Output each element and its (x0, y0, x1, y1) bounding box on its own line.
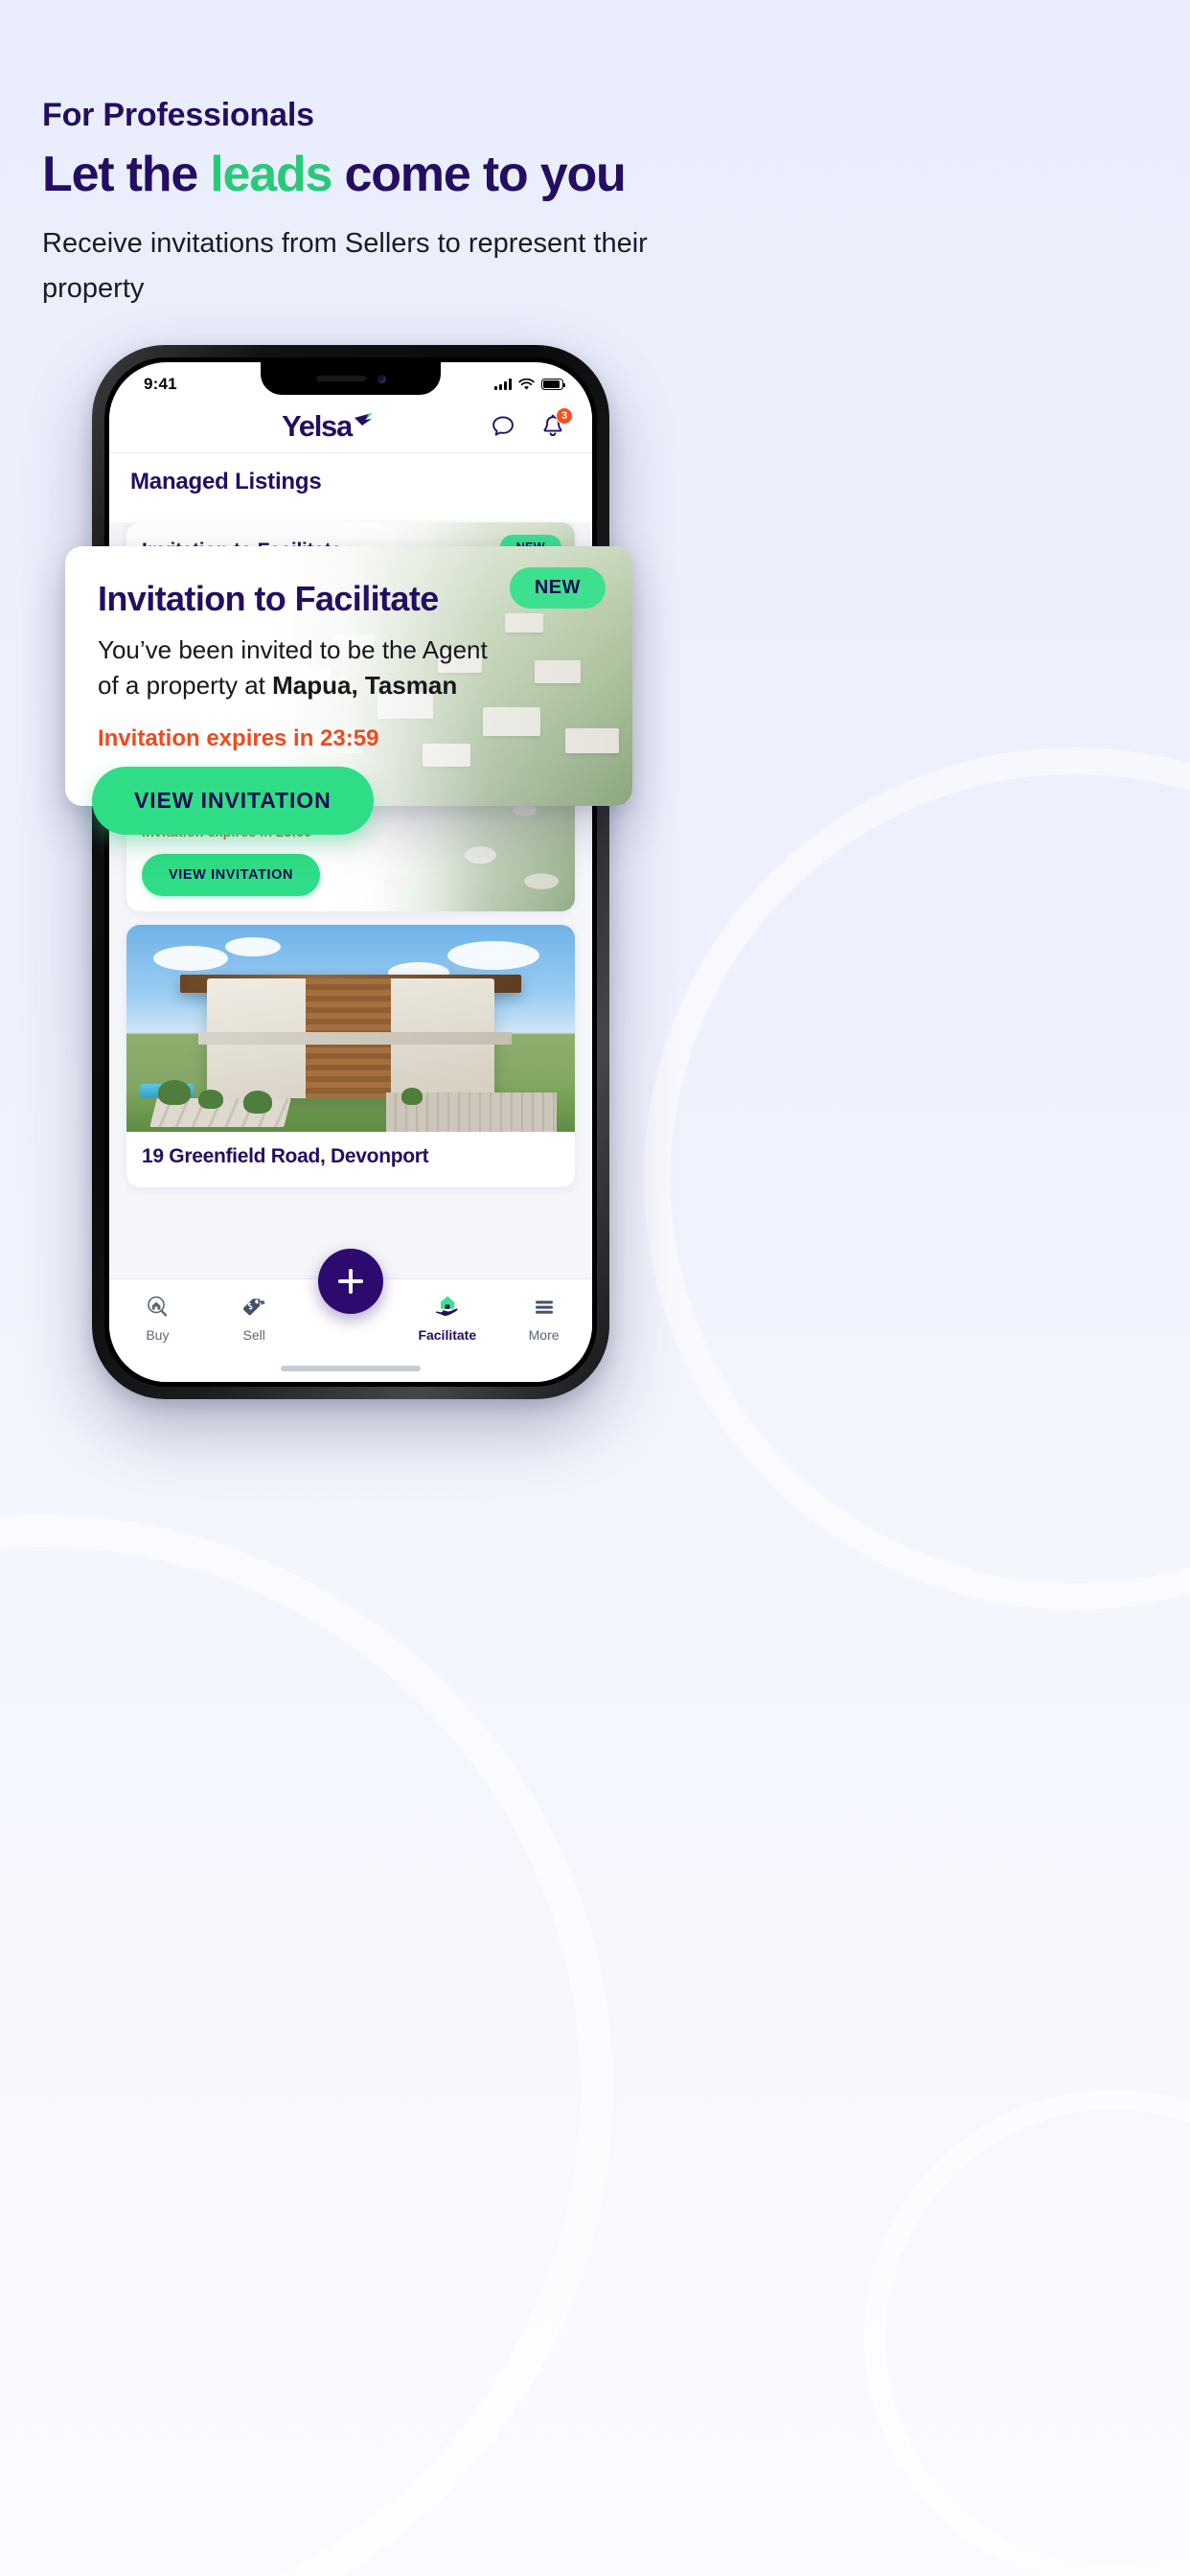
nav-item-buy[interactable]: Buy (109, 1293, 206, 1343)
status-icons (494, 378, 566, 391)
nav-item-sell[interactable]: Sell (206, 1293, 303, 1343)
signal-bars-icon (494, 379, 512, 390)
promo-subcopy: Receive invitations from Sellers to repr… (42, 228, 648, 304)
home-indicator (281, 1366, 421, 1371)
view-invitation-button[interactable]: VIEW INVITATION (92, 766, 374, 835)
hamburger-menu-icon (535, 1300, 553, 1314)
promo-copy-block: For Professionals Let the leads come to … (42, 96, 694, 311)
headline-highlight-leads: leads (210, 146, 332, 202)
app-header: Yelsa 3 (109, 401, 592, 452)
phone-bezel: 9:41 Yelsa 3 Managed Listings VIEW INVIT… (104, 357, 597, 1387)
chat-bubble-icon (492, 416, 514, 436)
house-in-hand-icon (435, 1296, 458, 1316)
nav-label-more: More (528, 1327, 560, 1343)
add-listing-fab[interactable] (318, 1249, 383, 1314)
logo-text: Yelsa (282, 409, 374, 444)
invitation-description-line1: You’ve been invited to be the Agent (98, 635, 488, 664)
notifications-button[interactable]: 3 (538, 407, 573, 441)
price-tag-key-icon (243, 1299, 265, 1316)
invitation-expiry: Invitation expires in 23:59 (98, 724, 379, 751)
invitation-location: Mapua, Tasman (272, 671, 458, 701)
headline-part-1: Let the (42, 146, 211, 202)
chat-button[interactable] (489, 412, 517, 441)
page-title: Managed Listings (109, 453, 592, 509)
header-action-icons: 3 (489, 407, 573, 441)
yelsa-bird-icon (354, 413, 373, 426)
property-listing-card[interactable]: 19 Greenfield Road, Devonport (126, 925, 575, 1187)
nav-item-more[interactable]: More (495, 1293, 592, 1343)
invitation-description: You’ve been invited to be the Agent of a… (98, 632, 600, 704)
wifi-icon (518, 378, 535, 390)
headline-part-2: come to you (332, 146, 627, 202)
bottom-navigation-bar: Buy Sell Facilitate More (109, 1249, 592, 1382)
promo-headline: Let the leads come to you (42, 147, 694, 202)
status-badge-new: NEW (509, 567, 606, 609)
invitation-description-prefix: of a property at (98, 671, 273, 701)
status-time: 9:41 (144, 375, 177, 393)
phone-screen: 9:41 Yelsa 3 Managed Listings VIEW INVIT… (109, 362, 592, 1382)
notification-badge: 3 (556, 407, 573, 425)
view-invitation-button[interactable]: VIEW INVITATION (142, 854, 321, 896)
phone-notch (261, 362, 441, 395)
phone-frame: 9:41 Yelsa 3 Managed Listings VIEW INVIT… (92, 345, 609, 1399)
highlighted-invitation-card[interactable]: NEW Invitation to Facilitate You’ve been… (65, 546, 632, 835)
earpiece-speaker (315, 376, 366, 381)
promo-eyebrow: For Professionals (42, 97, 314, 133)
property-address: 19 Greenfield Road, Devonport (142, 1145, 429, 1167)
property-photo (126, 925, 575, 1132)
logo-wordmark: Yelsa (282, 409, 353, 443)
decorative-circle (864, 2089, 1190, 2576)
battery-icon (541, 379, 566, 390)
house-search-icon (148, 1296, 168, 1317)
decorative-circle (0, 1514, 613, 2576)
nav-label-buy: Buy (146, 1327, 170, 1343)
app-logo[interactable]: Yelsa (109, 409, 489, 444)
phone-mockup: 9:41 Yelsa 3 Managed Listings VIEW INVIT… (92, 345, 609, 1399)
decorative-circle (644, 748, 1190, 1610)
front-camera (377, 374, 386, 383)
nav-label-facilitate: Facilitate (418, 1327, 477, 1343)
nav-item-facilitate[interactable]: Facilitate (399, 1293, 495, 1343)
nav-label-sell: Sell (242, 1327, 265, 1343)
